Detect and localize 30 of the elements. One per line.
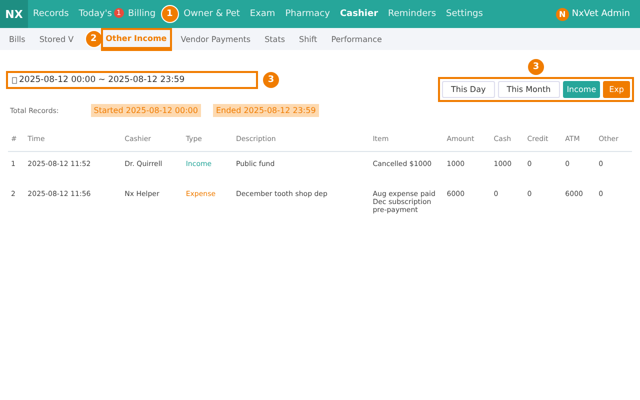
step-marker: 1 [160,5,179,23]
filter-button[interactable]: Exp [603,81,630,98]
logo: NX [0,0,28,28]
nav-item[interactable]: Records [28,8,74,20]
nav-item[interactable]: Billing [123,8,161,20]
sub-nav-tab[interactable]: Performance [328,30,385,48]
nav-item[interactable]: Cashier [334,8,384,20]
step-marker: 3 [527,58,546,76]
nav-item[interactable]: Pharmacy [280,8,335,20]
sub-nav-tab[interactable]: Bills [6,30,28,48]
filter-button[interactable]: This Month [498,81,560,98]
calendar-icon [12,76,17,84]
filter-button[interactable]: Income [562,81,600,98]
nav-item[interactable]: Settings [441,8,488,20]
start-tag: Started 2025-08-12 00:00 [90,104,201,117]
step-marker: 2 [84,30,103,48]
avatar: N [556,8,569,20]
nav-item[interactable]: Exam [244,8,280,20]
nav-item[interactable]: Reminders [383,8,442,20]
date-range-field[interactable]: 2025-08-12 00:00 ~ 2025-08-12 23:59 [6,71,258,89]
sub-nav-tab[interactable]: Stats [262,30,288,48]
step-marker: 3 [262,71,280,89]
sub-nav-tab[interactable]: Stored V [36,30,77,48]
nav-item[interactable]: Owner & Pet [178,8,245,20]
user-name[interactable]: NxVet Admin [572,9,630,19]
sub-nav-tab[interactable]: Other Income [102,30,170,48]
sub-nav-tab[interactable]: Shift [296,30,320,48]
sub-nav-tab[interactable]: Vendor Payments [178,30,254,48]
end-tag: Ended 2025-08-12 23:59 [212,104,319,117]
filter-button[interactable]: This Day [442,81,495,98]
